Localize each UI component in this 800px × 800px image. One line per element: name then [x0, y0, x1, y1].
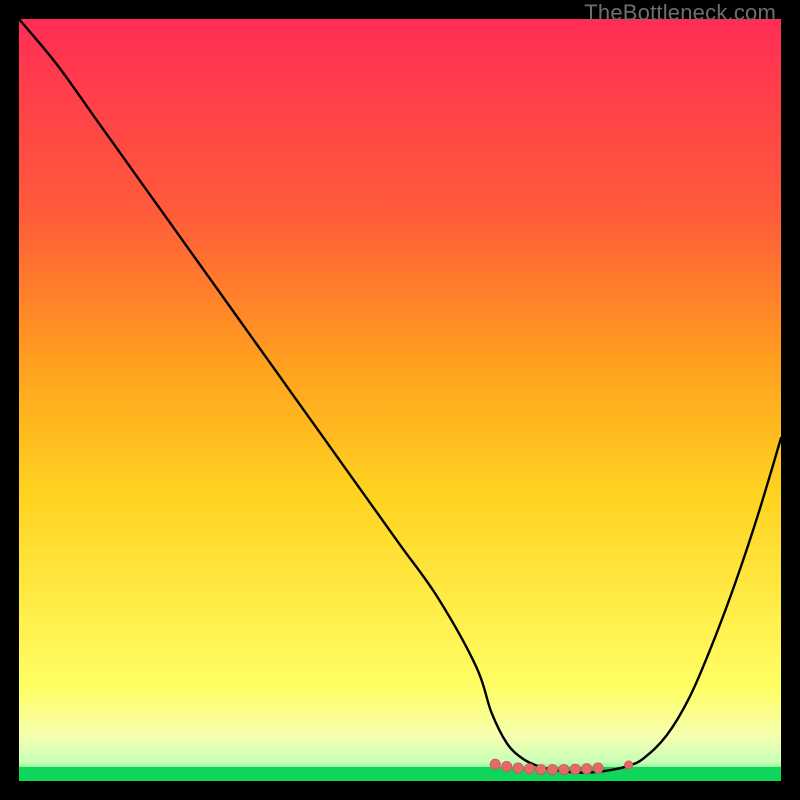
curve-marker — [536, 764, 546, 774]
curve-marker — [624, 761, 632, 769]
curve-marker — [559, 764, 569, 774]
curve-marker — [547, 764, 557, 774]
curve-marker — [501, 761, 511, 771]
curve-marker — [581, 764, 591, 774]
watermark-text: TheBottleneck.com — [584, 0, 776, 26]
curve-marker — [593, 763, 603, 773]
chart-frame — [19, 19, 781, 781]
bottleneck-chart — [19, 19, 781, 781]
curve-marker — [490, 759, 500, 769]
curve-marker — [513, 763, 523, 773]
curve-marker — [524, 764, 534, 774]
gradient-background — [19, 19, 781, 781]
curve-marker — [570, 764, 580, 774]
green-baseline-band — [19, 767, 781, 781]
